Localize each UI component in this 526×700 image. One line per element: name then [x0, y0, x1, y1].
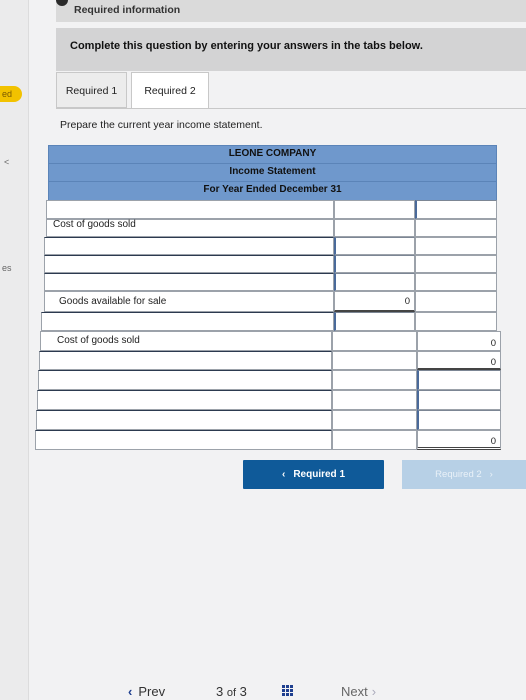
grid-icon[interactable] — [282, 685, 296, 699]
prev-page-button[interactable]: ‹ Prev — [128, 684, 165, 699]
header-divider — [49, 163, 496, 164]
next-tab-button[interactable]: Required 2 › — [402, 460, 526, 489]
row-amount-input[interactable] — [334, 273, 415, 291]
row-total-input[interactable] — [415, 237, 497, 255]
previous-tab-button[interactable]: ‹ Required 1 — [243, 460, 384, 489]
chevron-right-icon: › — [489, 469, 493, 480]
row-total-input[interactable] — [415, 219, 497, 237]
previous-tab-label: Required 1 — [293, 469, 346, 480]
row-label-input[interactable] — [41, 312, 334, 331]
row-total-input[interactable] — [417, 410, 501, 430]
row-total-input[interactable] — [415, 273, 497, 291]
page-indicator: 3 of 3 — [216, 684, 247, 699]
header-divider — [49, 181, 496, 182]
company-name: LEONE COMPANY — [228, 148, 317, 159]
next-page-label: Next — [341, 684, 368, 699]
statement-header: LEONE COMPANY Income Statement For Year … — [48, 145, 497, 201]
tab-required-2[interactable]: Required 2 — [131, 72, 209, 108]
page-current: 3 — [216, 684, 224, 699]
required-info-title: Required information — [74, 4, 181, 16]
chevron-right-icon: › — [371, 684, 377, 699]
left-sidebar-strip — [0, 0, 29, 700]
row-amount-input[interactable] — [332, 351, 417, 370]
row-amount-input[interactable] — [332, 370, 417, 390]
row-amount-value: $ — [332, 430, 432, 450]
sidebar-glyph-text: es — [2, 263, 12, 273]
page-total: 3 — [239, 684, 247, 699]
row-label-input[interactable]: Cost of goods sold — [40, 331, 332, 351]
row-amount-input[interactable] — [334, 200, 415, 219]
statement-title: Income Statement — [229, 166, 316, 177]
row-amount-input[interactable] — [334, 237, 415, 255]
row-label-input[interactable] — [35, 430, 332, 450]
prompt-text: Prepare the current year income statemen… — [60, 119, 263, 131]
row-label-input[interactable] — [36, 410, 332, 430]
page-of: of — [226, 687, 237, 699]
row-total-input[interactable] — [417, 370, 501, 390]
row-total-value: 0 — [417, 331, 501, 351]
row-amount-input[interactable] — [334, 255, 415, 273]
row-amount-input[interactable] — [332, 331, 417, 351]
row-label-input[interactable] — [44, 255, 334, 273]
row-label-input[interactable] — [39, 351, 332, 370]
chevron-left-icon: ‹ — [281, 469, 286, 480]
sidebar-badge[interactable]: ed — [0, 86, 22, 102]
chevron-left-icon: ‹ — [128, 684, 133, 699]
row-label-input[interactable] — [46, 200, 334, 219]
row-label-input[interactable] — [37, 390, 332, 410]
row-amount-input[interactable] — [332, 410, 417, 430]
row-label-input[interactable]: Cost of goods sold — [46, 219, 334, 237]
row-total-input[interactable] — [415, 255, 497, 273]
tab-required-1[interactable]: Required 1 — [56, 72, 127, 108]
row-label-text: Goods available for sale — [44, 291, 334, 312]
sidebar-glyph-chevron: < — [4, 157, 10, 167]
row-amount-value: 0 — [334, 291, 415, 312]
row-label-input[interactable] — [38, 370, 332, 390]
statement-period: For Year Ended December 31 — [203, 184, 342, 195]
row-label-input[interactable] — [44, 273, 334, 291]
row-total-value: 0 — [417, 430, 501, 450]
row-total-input[interactable] — [415, 312, 497, 331]
tab-divider — [56, 108, 526, 109]
row-amount-input[interactable] — [334, 219, 415, 237]
row-total-value: 0 — [417, 351, 501, 370]
instruction-text: Complete this question by entering your … — [70, 40, 423, 52]
next-page-button[interactable]: Next › — [341, 684, 376, 699]
prev-page-label: Prev — [138, 684, 166, 699]
row-amount-input[interactable] — [334, 312, 415, 331]
row-total-input[interactable] — [415, 291, 497, 312]
row-label-input[interactable] — [44, 237, 334, 255]
row-total-input[interactable] — [415, 200, 497, 219]
row-amount-input[interactable] — [332, 390, 417, 410]
row-total-input[interactable] — [417, 390, 501, 410]
next-tab-label: Required 2 — [435, 469, 482, 480]
